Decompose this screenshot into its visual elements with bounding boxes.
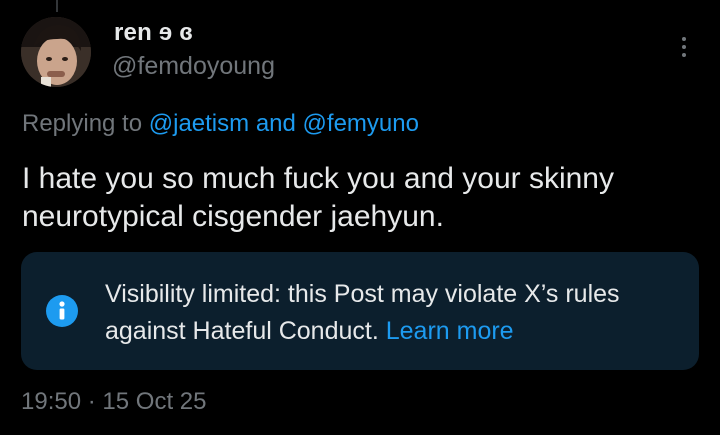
notice-message: Visibility limited: this Post may violat… (105, 280, 620, 345)
more-options-button[interactable] (672, 30, 696, 64)
replying-to-prefix: Replying to (22, 110, 143, 137)
visibility-limited-notice: Visibility limited: this Post may violat… (21, 252, 699, 370)
replying-to-line: Replying to @jaetism and @femyuno (22, 110, 419, 138)
mention-connector: and (255, 110, 296, 137)
notice-text-block: Visibility limited: this Post may violat… (105, 276, 685, 350)
post-time: 19:50 (21, 388, 82, 415)
info-icon (46, 295, 78, 327)
mention-link-jaetism[interactable]: @jaetism (149, 110, 249, 137)
post-timestamp[interactable]: 19:50 · 15 Oct 25 (21, 388, 206, 416)
mention-link-femyuno[interactable]: @femyuno (303, 110, 419, 137)
avatar-photo (21, 17, 91, 87)
post-date: 15 Oct 25 (102, 388, 207, 415)
thread-connector-line (56, 0, 58, 12)
more-vertical-icon-dot (682, 45, 686, 49)
learn-more-link[interactable]: Learn more (386, 317, 514, 345)
timestamp-separator: · (87, 388, 96, 415)
display-name[interactable]: ren ɘ ɞ (114, 19, 193, 47)
more-vertical-icon-dot (682, 53, 686, 57)
post-text: I hate you so much fuck you and your ski… (22, 162, 614, 233)
more-vertical-icon (682, 37, 686, 41)
avatar[interactable] (21, 17, 91, 87)
user-handle[interactable]: @femdoyoung (112, 52, 275, 81)
